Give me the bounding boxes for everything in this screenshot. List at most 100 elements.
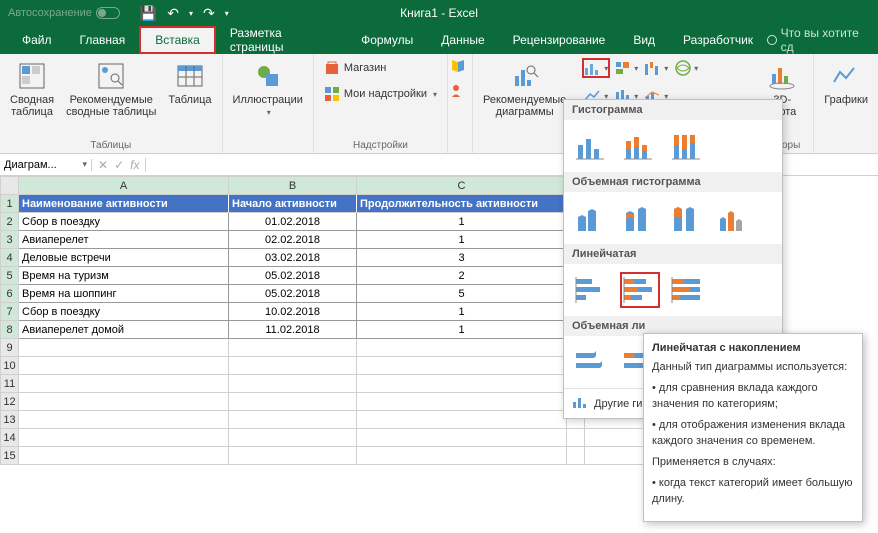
3d-clustered-bar-option[interactable] — [572, 344, 612, 380]
name-box[interactable]: Диаграм... ▾ — [0, 159, 92, 171]
tell-me-search[interactable]: Что вы хотите сд — [767, 26, 878, 54]
row-header[interactable]: 1 — [1, 195, 19, 213]
3d-stacked-100-column-option[interactable] — [668, 200, 708, 236]
cell[interactable]: Авиаперелет — [19, 231, 229, 249]
row-header[interactable]: 3 — [1, 231, 19, 249]
select-all-corner[interactable] — [1, 177, 19, 195]
undo-more-icon[interactable]: ▾ — [189, 9, 193, 18]
row-header[interactable]: 15 — [1, 447, 19, 465]
cell[interactable]: Сбор в поездку — [19, 213, 229, 231]
qat-customize-icon[interactable]: ▾ — [225, 9, 229, 18]
bing-maps-icon[interactable] — [450, 58, 470, 77]
column-chart-button[interactable]: ▾ — [582, 58, 610, 78]
clustered-column-option[interactable] — [572, 128, 612, 164]
stacked-column-option[interactable] — [620, 128, 660, 164]
group-charts: Рекомендуемые диаграммы — [473, 54, 576, 153]
cell[interactable]: Сбор в поездку — [19, 303, 229, 321]
cell[interactable]: 01.02.2018 — [229, 213, 357, 231]
fx-icon[interactable]: fx — [130, 158, 139, 172]
clustered-bar-option[interactable] — [572, 272, 612, 308]
3d-column-option[interactable] — [716, 200, 756, 236]
undo-icon[interactable]: ↶ — [167, 5, 179, 22]
cell[interactable]: Время на туризм — [19, 267, 229, 285]
cell[interactable]: 02.02.2018 — [229, 231, 357, 249]
stacked-bar-option[interactable] — [620, 272, 660, 308]
redo-icon[interactable]: ↷ — [203, 5, 215, 22]
tab-layout[interactable]: Разметка страницы — [216, 26, 347, 54]
bar-section-label: Линейчатая — [564, 244, 782, 264]
row-header[interactable]: 9 — [1, 339, 19, 357]
store-icon — [324, 60, 340, 76]
row-header[interactable]: 2 — [1, 213, 19, 231]
histogram-section-label: Гистограмма — [564, 100, 782, 120]
cell[interactable]: Авиаперелет домой — [19, 321, 229, 339]
cell[interactable]: 5 — [357, 285, 567, 303]
tab-data[interactable]: Данные — [427, 26, 498, 54]
row-header[interactable]: 7 — [1, 303, 19, 321]
bar-chart-icon — [572, 395, 588, 412]
cell[interactable]: Деловые встречи — [19, 249, 229, 267]
tab-formulas[interactable]: Формулы — [347, 26, 427, 54]
row-header[interactable]: 4 — [1, 249, 19, 267]
stacked-column-100-option[interactable] — [668, 128, 708, 164]
cell[interactable]: 03.02.2018 — [229, 249, 357, 267]
row-header[interactable]: 10 — [1, 357, 19, 375]
cell[interactable]: 1 — [357, 303, 567, 321]
cell[interactable]: 1 — [357, 213, 567, 231]
cell[interactable]: Время на шоппинг — [19, 285, 229, 303]
save-icon[interactable]: 💾 — [140, 5, 157, 22]
row-header[interactable]: 12 — [1, 393, 19, 411]
quick-access-toolbar: 💾 ↶ ▾ ↷ ▾ — [140, 5, 229, 22]
people-graph-icon[interactable] — [450, 83, 470, 102]
cancel-icon[interactable]: ✕ — [98, 158, 108, 172]
recommended-charts-button[interactable]: Рекомендуемые диаграммы — [479, 58, 570, 120]
row-header[interactable]: 13 — [1, 411, 19, 429]
cell[interactable]: 1 — [357, 231, 567, 249]
tab-developer[interactable]: Разработчик — [669, 26, 767, 54]
tab-home[interactable]: Главная — [66, 26, 140, 54]
ribbon: Сводная таблица Рекомендуемые сводные та… — [0, 54, 878, 154]
tab-file[interactable]: Файл — [8, 26, 66, 54]
toggle-icon[interactable] — [96, 7, 120, 19]
chevron-down-icon[interactable]: ▾ — [82, 159, 87, 170]
group-sparklines: Графики — [814, 54, 878, 153]
cell[interactable]: 2 — [357, 267, 567, 285]
col-header-c[interactable]: C — [357, 177, 567, 195]
enter-icon[interactable]: ✓ — [114, 158, 124, 172]
table-header-cell[interactable]: Продолжительность активности — [357, 195, 567, 213]
store-button[interactable]: Магазин — [320, 58, 390, 78]
3d-clustered-column-option[interactable] — [572, 200, 612, 236]
row-header[interactable]: 14 — [1, 429, 19, 447]
tab-view[interactable]: Вид — [619, 26, 669, 54]
row-header[interactable]: 6 — [1, 285, 19, 303]
recommended-pivot-button[interactable]: Рекомендуемые сводные таблицы — [62, 58, 160, 120]
stacked-bar-100-option[interactable] — [668, 272, 708, 308]
illustrations-button[interactable]: Иллюстрации ▾ — [229, 58, 307, 119]
row-header[interactable]: 11 — [1, 375, 19, 393]
col-header-a[interactable]: A — [19, 177, 229, 195]
cell[interactable]: 10.02.2018 — [229, 303, 357, 321]
cell[interactable]: 05.02.2018 — [229, 267, 357, 285]
map-chart-button[interactable]: ▾ — [672, 58, 700, 78]
cell[interactable]: 3 — [357, 249, 567, 267]
my-addins-button[interactable]: Мои надстройки ▾ — [320, 84, 441, 104]
autosave-toggle[interactable]: Автосохранение — [8, 7, 120, 19]
row-header[interactable]: 8 — [1, 321, 19, 339]
table-button[interactable]: Таблица — [164, 58, 215, 108]
tab-insert[interactable]: Вставка — [139, 26, 216, 54]
table-header-cell[interactable]: Наименование активности — [19, 195, 229, 213]
pivot-table-button[interactable]: Сводная таблица — [6, 58, 58, 120]
cell[interactable]: 11.02.2018 — [229, 321, 357, 339]
waterfall-chart-button[interactable]: ▾ — [642, 58, 670, 78]
sparkline-button[interactable]: Графики — [820, 58, 872, 108]
col-header-b[interactable]: B — [229, 177, 357, 195]
row-header[interactable]: 5 — [1, 267, 19, 285]
group-addins-label: Надстройки — [320, 138, 441, 151]
3d-stacked-column-option[interactable] — [620, 200, 660, 236]
cell[interactable]: 05.02.2018 — [229, 285, 357, 303]
cell[interactable]: 1 — [357, 321, 567, 339]
tab-review[interactable]: Рецензирование — [499, 26, 620, 54]
hierarchy-chart-button[interactable]: ▾ — [612, 58, 640, 78]
tooltip-title: Линейчатая с накоплением — [652, 342, 854, 354]
table-header-cell[interactable]: Начало активности — [229, 195, 357, 213]
